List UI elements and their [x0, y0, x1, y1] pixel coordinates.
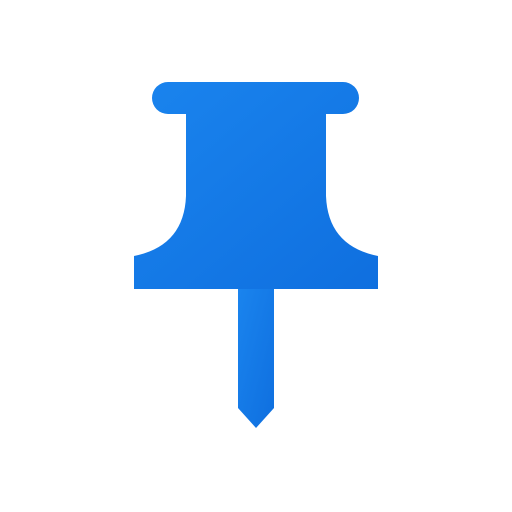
pushpin-needle [238, 289, 274, 428]
pushpin-icon [134, 82, 378, 428]
pushpin-head [134, 82, 378, 289]
icon-canvas [0, 0, 512, 512]
